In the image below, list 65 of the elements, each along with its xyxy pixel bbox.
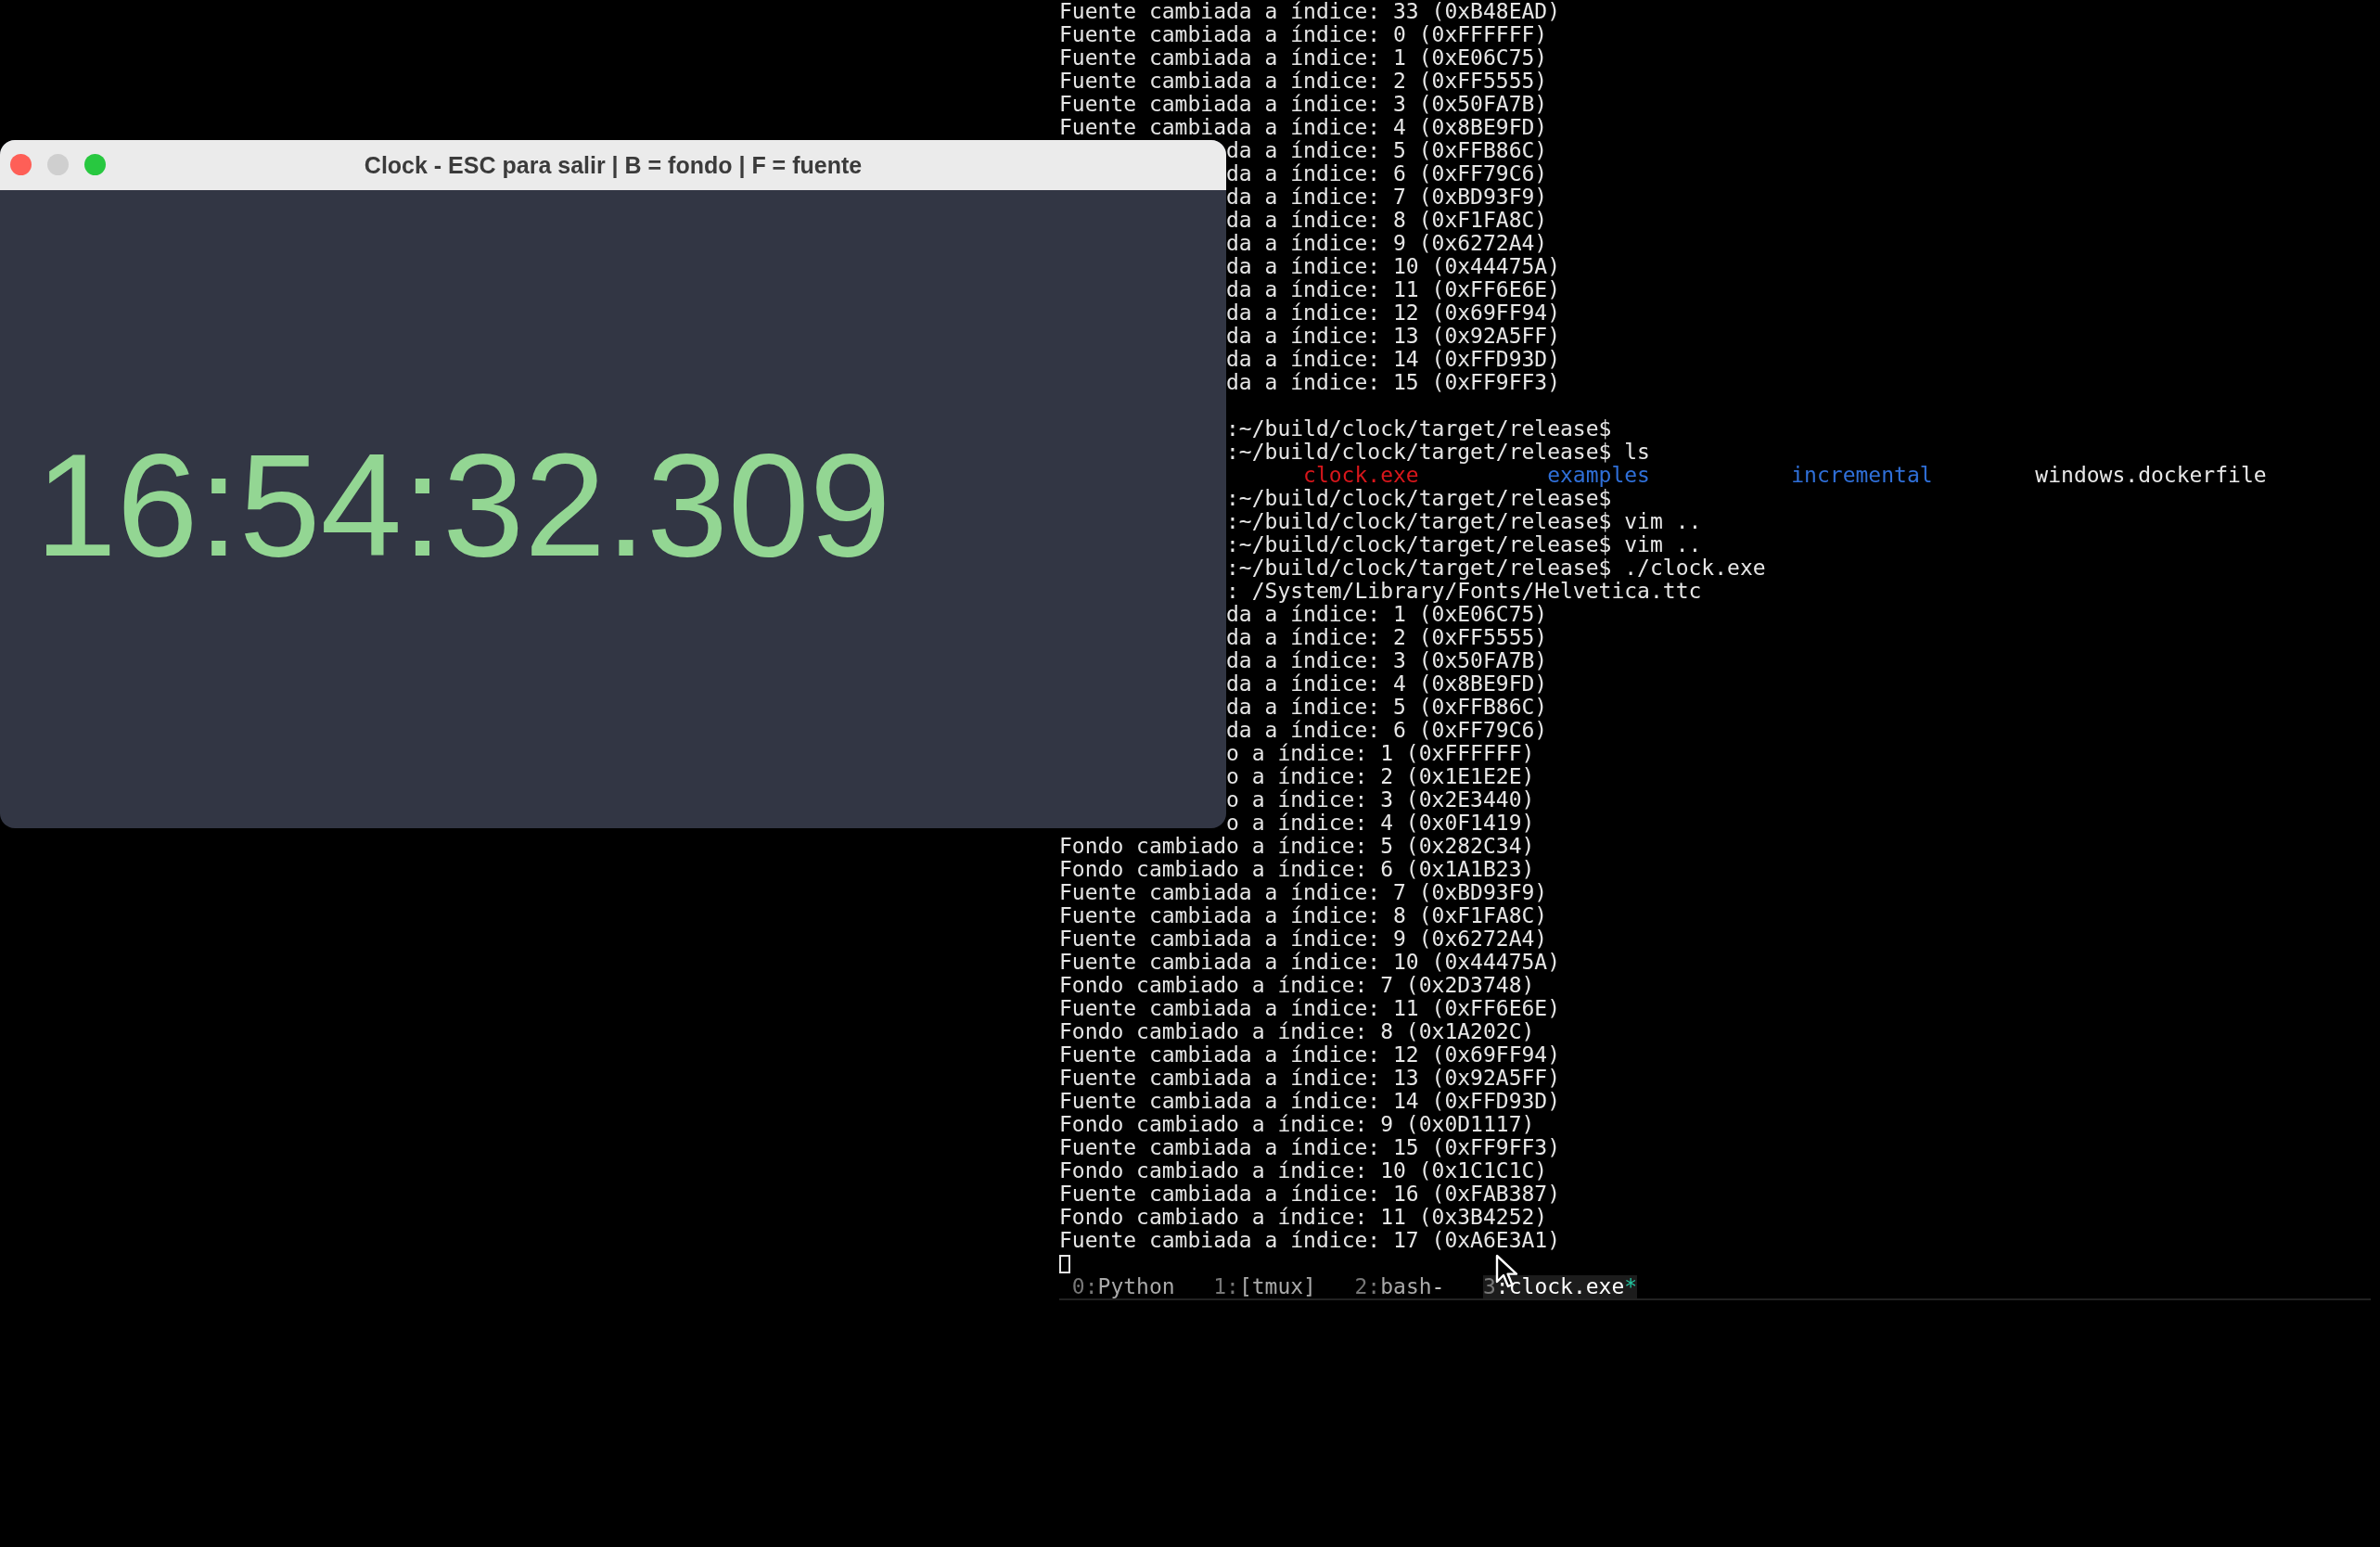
terminal-line: da a índice: 7 (0xBD93F9) bbox=[1226, 185, 1548, 209]
terminal-line: Fuente cambiada a índice: 14 (0xFFD93D) bbox=[1059, 1090, 1561, 1113]
terminal-line: :~/build/clock/target/release$ bbox=[1226, 417, 1612, 441]
clock-time: 16:54:32.309 bbox=[35, 431, 891, 578]
file-name: examples bbox=[1547, 464, 1651, 487]
text-cursor bbox=[1059, 1254, 1070, 1273]
terminal-line: o a índice: 1 (0xFFFFFF) bbox=[1226, 742, 1535, 765]
terminal-line: Fuente cambiada a índice: 10 (0x44475A) bbox=[1059, 951, 1561, 974]
terminal-line: Fondo cambiado a índice: 10 (0x1C1C1C) bbox=[1059, 1159, 1548, 1183]
terminal-line: Fuente cambiada a índice: 7 (0xBD93F9) bbox=[1059, 881, 1548, 904]
file-name: incremental bbox=[1791, 464, 1934, 487]
terminal-line: Fuente cambiada a índice: 15 (0xFF9FF3) bbox=[1059, 1136, 1561, 1159]
tmux-window-tab[interactable]: 3:clock.exe* bbox=[1483, 1275, 1638, 1298]
terminal-line: da a índice: 12 (0x69FF94) bbox=[1226, 301, 1561, 325]
zoom-button[interactable] bbox=[84, 154, 106, 175]
terminal-line: da a índice: 15 (0xFF9FF3) bbox=[1226, 371, 1561, 394]
terminal-line: da a índice: 5 (0xFFB86C) bbox=[1226, 696, 1548, 719]
terminal-line: da a índice: 1 (0xE06C75) bbox=[1226, 603, 1548, 626]
terminal-line: Fuente cambiada a índice: 8 (0xF1FA8C) bbox=[1059, 904, 1548, 927]
terminal-line: da a índice: 2 (0xFF5555) bbox=[1226, 626, 1548, 649]
terminal-line: da a índice: 11 (0xFF6E6E) bbox=[1226, 278, 1561, 301]
tmux-window-tab[interactable]: 0:Python bbox=[1071, 1275, 1175, 1298]
terminal-line: Fondo cambiado a índice: 6 (0x1A1B23) bbox=[1059, 858, 1535, 881]
terminal-line: Fondo cambiado a índice: 5 (0x282C34) bbox=[1059, 835, 1535, 858]
terminal-line: Fuente cambiada a índice: 2 (0xFF5555) bbox=[1059, 70, 1548, 93]
tmux-window-tab[interactable]: 2:bash- bbox=[1354, 1275, 1445, 1298]
terminal-line: da a índice: 6 (0xFF79C6) bbox=[1226, 719, 1548, 742]
terminal-line: Fuente cambiada a índice: 11 (0xFF6E6E) bbox=[1059, 997, 1561, 1020]
terminal-line: Fuente cambiada a índice: 33 (0xB48EAD) bbox=[1059, 0, 1561, 23]
terminal-line: Fondo cambiado a índice: 8 (0x1A202C) bbox=[1059, 1020, 1535, 1043]
terminal-line: Fondo cambiado a índice: 7 (0x2D3748) bbox=[1059, 974, 1535, 997]
terminal-line: o a índice: 2 (0x1E1E2E) bbox=[1226, 765, 1535, 788]
terminal-line: :~/build/clock/target/release$ vim .. bbox=[1226, 510, 1702, 533]
window-title: Clock - ESC para salir | B = fondo | F = fuente bbox=[364, 151, 863, 179]
terminal-line: Fuente cambiada a índice: 17 (0xA6E3A1) bbox=[1059, 1229, 1561, 1252]
terminal-line: da a índice: 13 (0x92A5FF) bbox=[1226, 325, 1561, 348]
file-name: clock.exe bbox=[1303, 464, 1419, 487]
terminal-line: :~/build/clock/target/release$ vim .. bbox=[1226, 533, 1702, 556]
terminal-line: Fuente cambiada a índice: 1 (0xE06C75) bbox=[1059, 46, 1548, 70]
terminal-line: Fuente cambiada a índice: 0 (0xFFFFFF) bbox=[1059, 23, 1548, 46]
file-name: windows.dockerfile bbox=[2035, 464, 2267, 487]
terminal-line: Fuente cambiada a índice: 12 (0x69FF94) bbox=[1059, 1043, 1561, 1067]
terminal-line: : /System/Library/Fonts/Helvetica.ttc bbox=[1226, 580, 1702, 603]
terminal-line: da a índice: 6 (0xFF79C6) bbox=[1226, 162, 1548, 185]
terminal-line: da a índice: 5 (0xFFB86C) bbox=[1226, 139, 1548, 162]
terminal-line: da a índice: 9 (0x6272A4) bbox=[1226, 232, 1548, 255]
terminal-line: Fondo cambiado a índice: 11 (0x3B4252) bbox=[1059, 1206, 1548, 1229]
tmux-window-tab[interactable]: 1:[tmux] bbox=[1213, 1275, 1316, 1298]
terminal-line: Fuente cambiada a índice: 4 (0x8BE9FD) bbox=[1059, 116, 1548, 139]
terminal-line: da a índice: 10 (0x44475A) bbox=[1226, 255, 1561, 278]
terminal-line: Fondo cambiado a índice: 9 (0x0D1117) bbox=[1059, 1113, 1535, 1136]
terminal-line: da a índice: 14 (0xFFD93D) bbox=[1226, 348, 1561, 371]
close-button[interactable] bbox=[10, 154, 32, 175]
terminal-line: :~/build/clock/target/release$ bbox=[1226, 487, 1612, 510]
terminal-line: da a índice: 8 (0xF1FA8C) bbox=[1226, 209, 1548, 232]
terminal-line: Fuente cambiada a índice: 9 (0x6272A4) bbox=[1059, 927, 1548, 951]
terminal-line: Fuente cambiada a índice: 13 (0x92A5FF) bbox=[1059, 1067, 1561, 1090]
terminal-line: :~/build/clock/target/release$ ls bbox=[1226, 441, 1650, 464]
terminal-line: Fuente cambiada a índice: 16 (0xFAB387) bbox=[1059, 1183, 1561, 1206]
terminal-line: Fuente cambiada a índice: 3 (0x50FA7B) bbox=[1059, 93, 1548, 116]
terminal-line: da a índice: 3 (0x50FA7B) bbox=[1226, 649, 1548, 672]
terminal-line: o a índice: 4 (0x0F1419) bbox=[1226, 812, 1535, 835]
terminal-line: o a índice: 3 (0x2E3440) bbox=[1226, 788, 1535, 812]
terminal-line: da a índice: 4 (0x8BE9FD) bbox=[1226, 672, 1548, 696]
terminal-line: :~/build/clock/target/release$ ./clock.exe bbox=[1226, 556, 1766, 580]
